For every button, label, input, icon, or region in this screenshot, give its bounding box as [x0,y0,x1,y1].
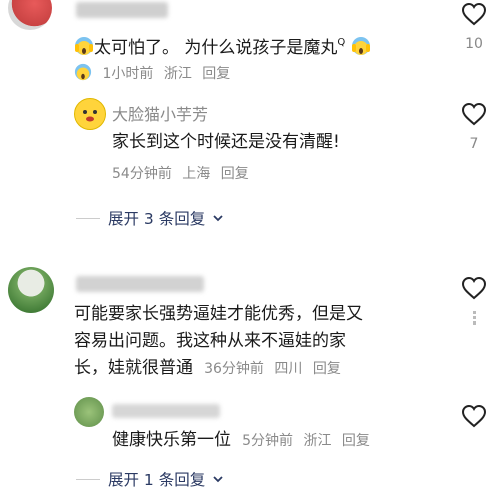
reply-location: 上海 [182,166,211,182]
expand-replies-label: 展开 3 条回复 [108,210,206,228]
avatar[interactable] [74,98,106,130]
reply-button[interactable]: 回复 [313,361,341,377]
comment-text-line-1: 可能要家长强势逼娃才能优秀，但是又 [74,304,363,324]
comment-text-line-2: 容易出问题。我这种从来不逼娃的家 [74,331,346,351]
heart-outline-icon [461,102,487,126]
scream-emoji-icon [74,36,94,64]
heart-outline-icon [461,2,487,26]
comment-text: 太可怕了。 为什么说孩子是魔丸Q [74,30,371,64]
comment-time: 36分钟前 [204,361,264,377]
reply-time: 5分钟前 [242,433,294,449]
superscript-q: Q [337,37,346,48]
reply-time: 54分钟前 [112,166,172,182]
chevron-down-icon [213,215,223,222]
avatar[interactable] [8,0,52,30]
comment-location: 四川 [274,361,303,377]
expand-replies-button[interactable]: 展开 3 条回复 [76,207,225,229]
chevron-down-icon [213,476,223,483]
like-button[interactable] [454,102,494,126]
reply-button[interactable]: 回复 [202,66,230,82]
reply-text: 健康快乐第一位 [112,430,231,450]
reply-button[interactable]: 回复 [221,166,249,182]
reply-username[interactable]: 大脸猫小芋芳 [112,101,208,125]
like-button[interactable] [454,404,494,428]
avatar[interactable] [8,267,54,313]
reply-meta: 54分钟前 上海 回复 [112,163,255,183]
username-blurred[interactable] [76,276,204,292]
reply-button[interactable]: 回复 [342,433,370,449]
reply-text: 家长到这个时候还是没有清醒! [112,132,340,152]
username-blurred[interactable] [76,2,168,18]
comment-location: 浙江 [163,66,192,82]
like-count: 10 [465,36,483,52]
comment-text-line-3: 长，娃就很普通 [74,358,193,378]
comment-meta: 1小时前 浙江 回复 [74,63,236,85]
avatar[interactable] [74,397,104,427]
heart-outline-icon [461,404,487,428]
comment-time: 1小时前 [102,66,154,82]
like-button[interactable] [454,276,494,300]
reply-line: 健康快乐第一位 5分钟前 浙江 回复 [112,428,376,453]
like-count: 7 [469,136,479,152]
heart-outline-icon [461,276,487,300]
scream-emoji-icon [351,36,371,64]
comment-last-line: 长，娃就很普通 36分钟前 四川 回复 [74,356,347,381]
username-blurred[interactable] [112,404,220,418]
like-button[interactable] [454,2,494,26]
scream-emoji-icon [74,63,92,85]
reply-location: 浙江 [303,433,332,449]
more-dots [473,311,476,325]
